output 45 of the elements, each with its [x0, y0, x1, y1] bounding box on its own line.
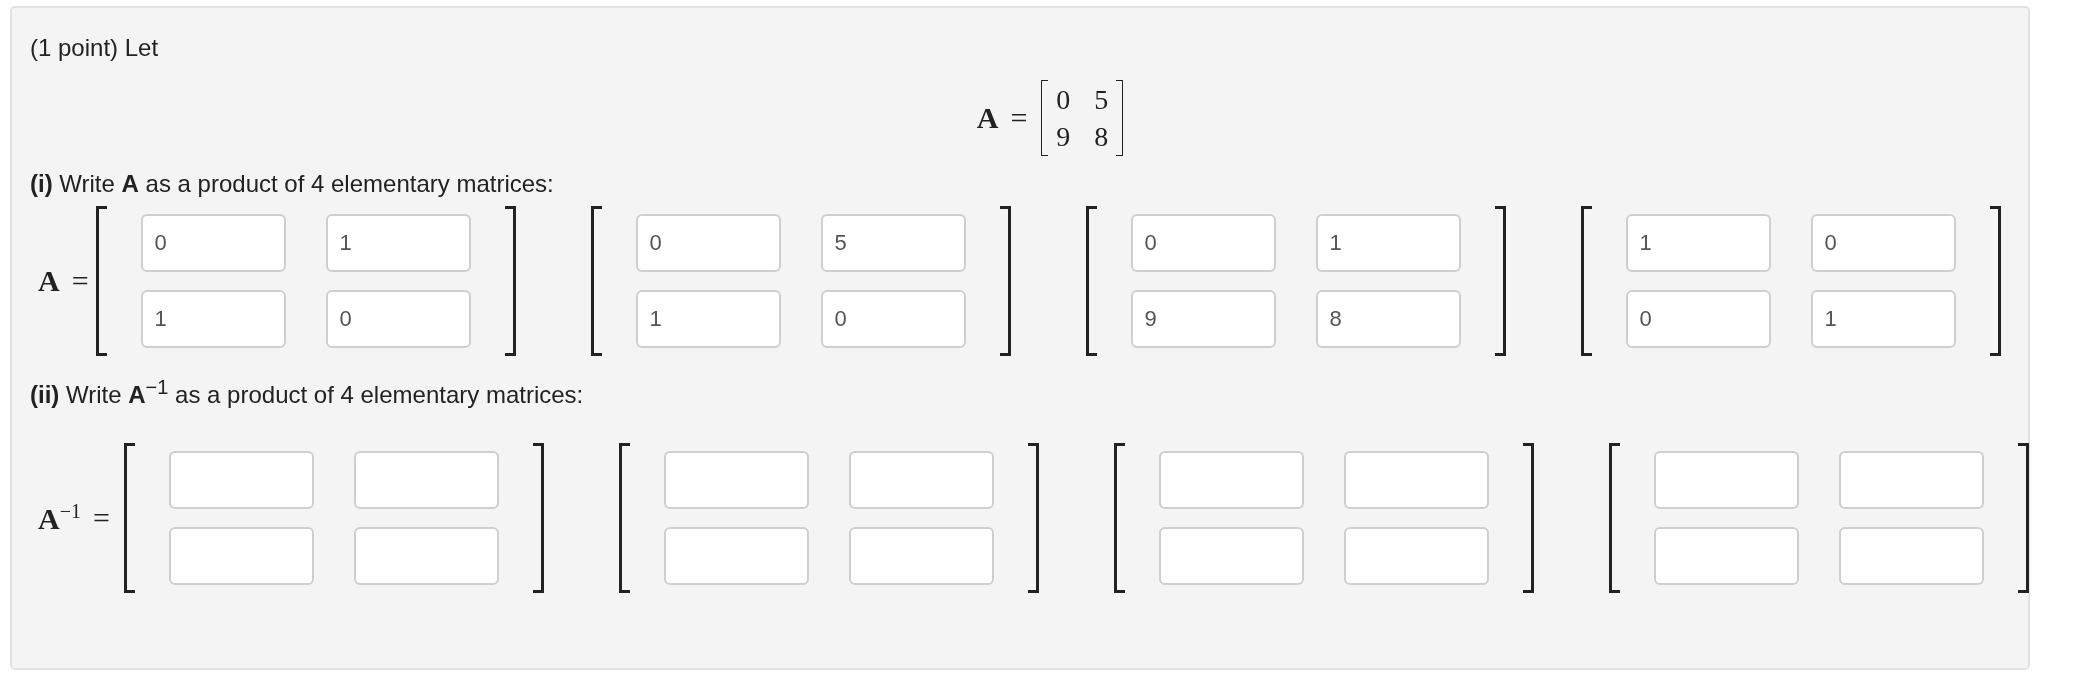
matrix-entry: 5: [1094, 83, 1109, 117]
answer-field[interactable]: 0: [820, 290, 966, 348]
answer-field[interactable]: [353, 527, 499, 585]
matrix-name: A$^{−1}$: [38, 500, 81, 536]
answer-field[interactable]: [1653, 527, 1799, 585]
answer-field[interactable]: [848, 527, 994, 585]
answer-field[interactable]: 1: [1625, 214, 1771, 272]
answer-field[interactable]: 1: [1315, 214, 1461, 272]
answer-field[interactable]: 1: [140, 290, 286, 348]
equals-sign: =: [92, 501, 110, 535]
answer-field[interactable]: 0: [635, 214, 781, 272]
answer-field[interactable]: [1158, 527, 1304, 585]
answer-field[interactable]: [353, 451, 499, 509]
answer-field[interactable]: 1: [635, 290, 781, 348]
answer-field[interactable]: [168, 527, 314, 585]
equals-sign: =: [1010, 101, 1028, 135]
answer-field[interactable]: [1343, 527, 1489, 585]
answer-field[interactable]: 0: [1130, 214, 1276, 272]
matrix-name: A: [38, 264, 60, 298]
answer-field[interactable]: 0: [325, 290, 471, 348]
answer-field[interactable]: 1: [325, 214, 471, 272]
answer-field[interactable]: 8: [1315, 290, 1461, 348]
answer-field[interactable]: 1: [1810, 290, 1956, 348]
answer-field[interactable]: [663, 451, 809, 509]
answer-field[interactable]: 0: [1625, 290, 1771, 348]
question-text: (ii) Write A$^{−1}$ as a product of 4 elementary matrices:: [30, 376, 584, 409]
answer-field[interactable]: 0: [1810, 214, 1956, 272]
matrix-name: A: [976, 101, 999, 135]
answer-field[interactable]: [1838, 527, 1984, 585]
matrix-entry: 0: [1056, 83, 1071, 117]
answer-field[interactable]: [1838, 451, 1984, 509]
equals-sign: =: [71, 264, 89, 298]
answer-field[interactable]: [1343, 451, 1489, 509]
answer-field[interactable]: 9: [1130, 290, 1276, 348]
answer-field[interactable]: 0: [140, 214, 286, 272]
matrix-entry: 8: [1094, 120, 1109, 154]
answer-field[interactable]: [848, 451, 994, 509]
answer-field[interactable]: 5: [820, 214, 966, 272]
problem-intro: (1 point) Let: [30, 34, 159, 62]
answer-field[interactable]: [663, 527, 809, 585]
answer-field[interactable]: [1653, 451, 1799, 509]
matrix-entry: 9: [1056, 120, 1071, 154]
question-text: (i) Write A as a product of 4 elementary matrices:: [30, 170, 554, 198]
answer-field[interactable]: [1158, 451, 1304, 509]
answer-field[interactable]: [168, 451, 314, 509]
